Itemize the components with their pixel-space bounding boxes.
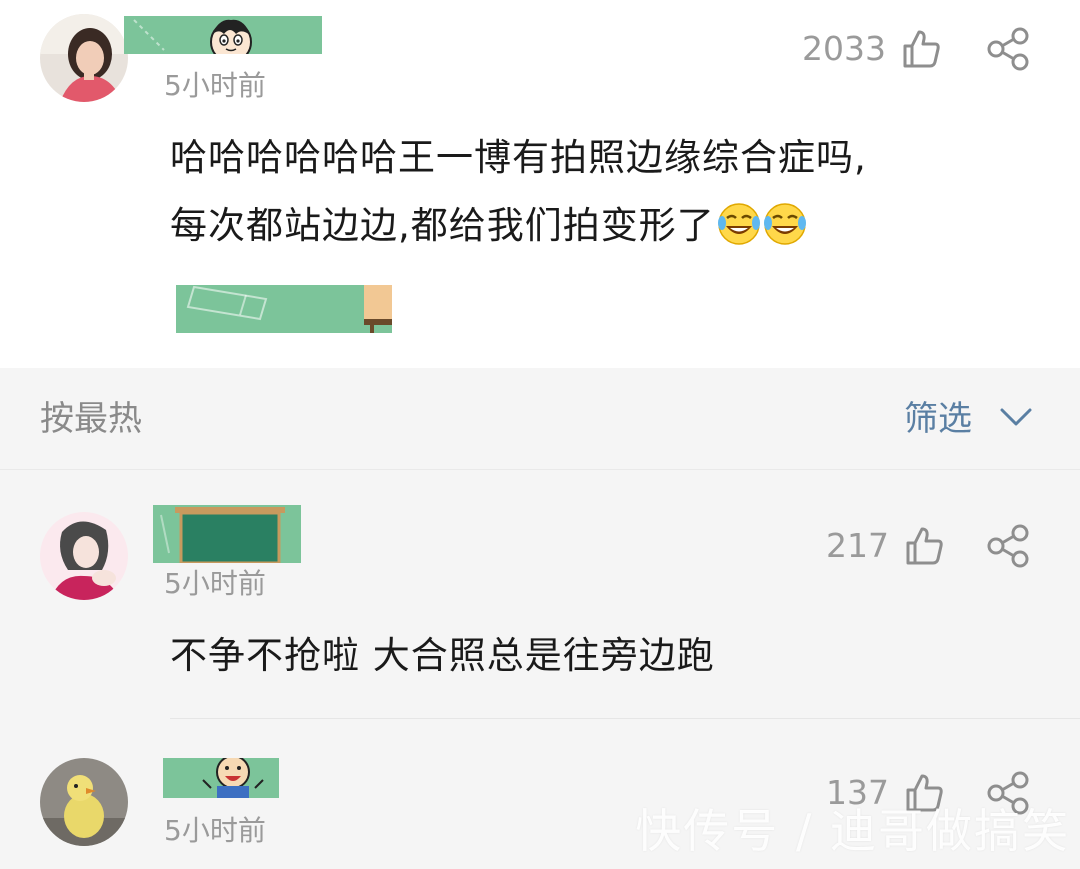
share-icon[interactable] xyxy=(986,524,1030,568)
username-redacted[interactable] xyxy=(124,16,322,54)
like-stat[interactable]: 2033 xyxy=(802,26,942,72)
like-stat[interactable]: 217 xyxy=(826,523,945,569)
like-count: 2033 xyxy=(802,29,886,68)
comment-body: 哈哈哈哈哈哈王一博有拍照边缘综合症吗, 每次都站边边,都给我们拍变形了 xyxy=(170,124,1040,260)
comment-page: 5小时前 2033 哈哈哈哈哈哈王一博有拍照边缘综合症吗, 每次都站边边,都给我… xyxy=(0,0,1080,869)
divider xyxy=(170,718,1080,719)
username-redacted[interactable] xyxy=(153,505,301,563)
top-comment: 5小时前 2033 哈哈哈哈哈哈王一博有拍照边缘综合症吗, 每次都站边边,都给我… xyxy=(0,0,1080,368)
like-count: 217 xyxy=(826,526,889,565)
thumbs-up-icon[interactable] xyxy=(903,525,945,567)
comment-time: 5小时前 xyxy=(164,814,266,847)
laugh-cry-emoji-icon xyxy=(717,200,761,245)
username-redacted[interactable] xyxy=(163,758,279,798)
comment-body: 不争不抢啦 大合照总是往旁边跑 xyxy=(170,634,715,677)
avatar[interactable] xyxy=(40,758,128,846)
thumbs-up-icon[interactable] xyxy=(900,28,942,70)
avatar[interactable] xyxy=(40,14,128,102)
filter-label: 筛选 xyxy=(904,399,972,439)
share-icon[interactable] xyxy=(986,27,1030,71)
chevron-down-icon xyxy=(1000,407,1032,431)
sort-hot-label[interactable]: 按最热 xyxy=(40,396,142,442)
comment-time: 5小时前 xyxy=(164,567,266,600)
avatar[interactable] xyxy=(40,512,128,600)
comment-line-2-text: 每次都站边边,都给我们拍变形了 xyxy=(170,204,715,247)
comment-line-2: 每次都站边边,都给我们拍变形了 xyxy=(170,192,1040,260)
sort-filter-bar: 按最热 筛选 xyxy=(0,368,1080,470)
comment-line-1: 哈哈哈哈哈哈王一博有拍照边缘综合症吗, xyxy=(170,136,867,179)
filter-button[interactable]: 筛选 xyxy=(904,396,1032,442)
comment-time: 5小时前 xyxy=(164,69,266,102)
watermark: 快传号 / 迪哥做搞笑 xyxy=(635,804,1070,858)
laugh-cry-emoji-icon xyxy=(763,200,807,245)
redacted-mask xyxy=(176,285,392,333)
